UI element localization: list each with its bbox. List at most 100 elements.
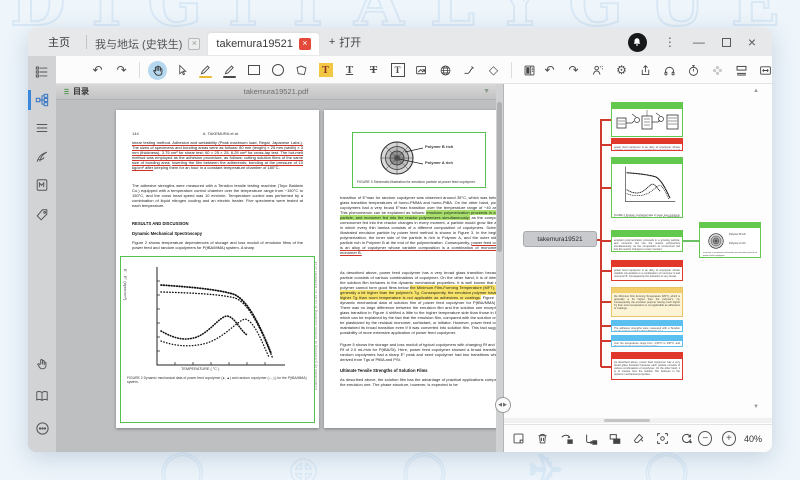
polygon-tool-icon[interactable] (292, 61, 311, 80)
rectangle-tool-icon[interactable] (244, 61, 263, 80)
mindmap-node-red-excerpt[interactable]: As described above, power feed copolymer… (611, 352, 683, 380)
page-text: The adhesive strengths were measured wit… (132, 183, 303, 208)
connector (601, 270, 611, 272)
pdf-toolbar: ↶ ↷ T T T T (56, 56, 772, 84)
scrollbar-thumb[interactable] (604, 419, 650, 422)
relayout-icon[interactable] (677, 429, 695, 448)
node-text: emulsion polymerization proceeds in a gr… (612, 237, 682, 252)
pdf-viewer[interactable]: 目录 takemura19521.pdf ▼ 144 A. TAKEMURA e… (56, 84, 503, 452)
panel-collapse-toggle[interactable]: ◀▶ (495, 397, 511, 413)
mindmap-node-blue-excerpt[interactable]: over the temperature range from −150°C t… (611, 335, 683, 347)
eraser-icon[interactable]: ◇ (484, 61, 503, 80)
pen-icon[interactable] (220, 61, 239, 80)
sidebar-list-icon[interactable] (28, 116, 56, 140)
zoom-level: 40% (744, 434, 762, 444)
export-icon[interactable] (636, 61, 655, 80)
titlebar: 主页 我与地坛 (史铁生) × takemura19521 × + 打开 ⋮ —… (28, 28, 772, 56)
signature-icon[interactable] (460, 61, 479, 80)
mindmap-node-apparatus[interactable] (611, 102, 683, 137)
mindmap-node-figure2[interactable]: FIGURE 2 Dynamic mechanical data of powe… (611, 157, 683, 218)
presentation-icon[interactable] (588, 61, 607, 80)
zoom-out-button[interactable]: − (698, 431, 712, 446)
node-text: The adhesive strengths were measured wit… (612, 326, 682, 332)
zoom-in-button[interactable]: + (722, 431, 736, 446)
pdf-page-left: 144 A. TAKEMURA et al. shear testing met… (116, 110, 319, 428)
tab-document-2[interactable]: takemura19521 × (208, 33, 318, 55)
style-brush-icon[interactable] (629, 429, 647, 448)
mindmap-node-yellow-excerpt[interactable]: the Minimum Film-Forming Temperature (MF… (611, 287, 683, 317)
merge-node-icon[interactable] (606, 429, 624, 448)
close-tab-icon[interactable]: × (299, 38, 311, 50)
timer-icon[interactable] (684, 61, 703, 80)
add-child-node-icon[interactable] (558, 429, 576, 448)
page-text: Figure 2 shows temperature dependences o… (132, 240, 303, 250)
underline-text-icon[interactable]: T (340, 61, 359, 80)
figure2-annotation-box[interactable]: E′ , E″ (dyne/cm²) TEMPERATURE ( °C ) FI… (120, 256, 315, 423)
minimize-icon[interactable]: — (693, 35, 705, 49)
close-tab-icon[interactable]: × (188, 38, 200, 50)
mindmap-horizontal-scrollbar[interactable] (504, 418, 772, 423)
sidebar-tags-icon[interactable] (28, 203, 56, 227)
tab-home[interactable]: 主页 (28, 34, 86, 50)
mindmap-node-green-excerpt[interactable]: emulsion polymerization proceeds in a gr… (611, 230, 683, 252)
ellipse-tool-icon[interactable] (268, 61, 287, 80)
mindmap-root-node[interactable]: takemura19521 (523, 231, 597, 247)
highlight-text-icon[interactable]: T (316, 61, 335, 80)
scroll-up-icon[interactable]: ▲ (753, 88, 759, 94)
connector (601, 340, 611, 342)
add-sibling-node-icon[interactable] (582, 429, 600, 448)
open-file-button[interactable]: + 打开 (319, 34, 371, 50)
page-text: As described above, the solution film ha… (340, 377, 511, 387)
sidebar-toc-icon[interactable] (28, 60, 56, 84)
scrollbar-thumb[interactable] (497, 102, 502, 252)
screenshot-icon[interactable] (653, 429, 671, 448)
scroll-down-icon[interactable]: ▼ (753, 404, 759, 410)
redo-icon[interactable]: ↷ (112, 61, 131, 80)
delete-node-icon[interactable] (534, 429, 552, 448)
fit-width-icon[interactable] (756, 61, 772, 80)
highlighter-icon[interactable] (196, 61, 215, 80)
mindmap-redo-icon[interactable]: ↷ (564, 61, 583, 80)
settings-gear-icon[interactable]: ⚙ (612, 61, 631, 80)
undo-icon[interactable]: ↶ (88, 61, 107, 80)
select-cursor-icon[interactable] (172, 61, 191, 80)
node-text: power feed copolymer is an alloy of copo… (612, 144, 682, 151)
tab-document-1[interactable]: 我与地坛 (史铁生) × (87, 33, 208, 55)
sidebar-hand-gesture-icon[interactable] (28, 352, 56, 376)
sidebar-mindmap-icon[interactable] (28, 88, 56, 112)
running-head: A. TAKEMURA et al. (139, 131, 303, 136)
maximize-icon[interactable] (722, 38, 731, 47)
sidebar-notes-icon[interactable] (28, 173, 56, 197)
translate-globe-icon[interactable] (436, 61, 455, 80)
page-text: Figure 5 shows the storage and loss modu… (340, 342, 511, 362)
sidebar-more-icon[interactable] (28, 416, 56, 440)
new-sheet-icon[interactable] (510, 429, 528, 448)
theme-flower-icon[interactable] (708, 61, 727, 80)
menu-icon[interactable]: ⋮ (664, 35, 676, 49)
mindmap-node-red-excerpt[interactable]: power feed copolymer is an alloy of copo… (611, 138, 683, 151)
mindmap-node-blue-excerpt[interactable]: The adhesive strengths were measured wit… (611, 320, 683, 332)
mindmap-undo-icon[interactable]: ↶ (540, 61, 559, 80)
mindmap-node-red-excerpt[interactable]: power feed copolymer is an alloy of copo… (611, 260, 683, 281)
mindmap-node-figure3[interactable]: Polymer B rich Polymer A rich FIGURE 3 S… (699, 222, 761, 258)
figure3-annotation-box[interactable]: Polymer B rich Polymer A rich FIGURE 3 S… (352, 132, 486, 188)
notification-icon[interactable] (628, 33, 647, 52)
image-annotation-icon[interactable] (412, 61, 431, 80)
sidebar-annotations-icon[interactable] (28, 145, 56, 169)
hand-tool-icon[interactable] (148, 61, 167, 80)
open-file-label: 打开 (339, 34, 361, 50)
node-particle-diagram (706, 231, 726, 251)
connector (601, 240, 611, 242)
section-heading: RESULTS AND DISCUSSION (132, 221, 189, 226)
strikethrough-text-icon[interactable]: T (364, 61, 383, 80)
mindmap-toolbar: − + 40% (504, 424, 772, 452)
audio-reader-icon[interactable] (660, 61, 679, 80)
notebook-panel-icon[interactable] (520, 61, 539, 80)
mindmap-panel[interactable]: takemura19521 power feed copolymer is an (504, 84, 772, 424)
close-icon[interactable]: × (748, 34, 756, 50)
split-layout-icon[interactable] (732, 61, 751, 80)
sidebar-reading-mode-icon[interactable] (28, 384, 56, 408)
node-text: the Minimum Film-Forming Temperature (MF… (612, 293, 682, 311)
textbox-icon[interactable]: T (388, 61, 407, 80)
left-sidebar (28, 56, 56, 452)
